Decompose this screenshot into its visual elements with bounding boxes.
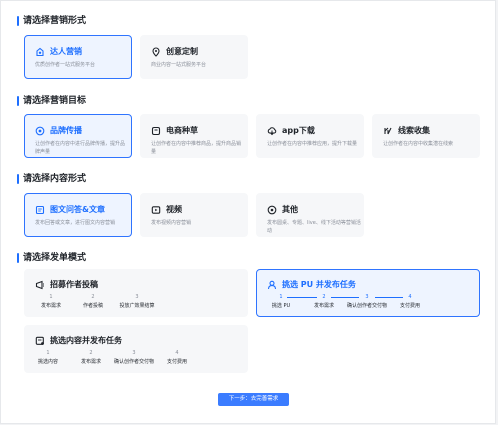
next-step-button[interactable]: 下一步：去完善需求 (218, 393, 289, 406)
step-list: 1 发布需求 2 作者投稿 3 投放广效果结算 (25, 294, 247, 324)
brand-icon (35, 126, 45, 136)
step-item: 3 投放广效果结算 (119, 294, 155, 309)
title-accent-bar (17, 253, 19, 263)
step-item: 4 支付费用 (399, 294, 420, 309)
video-icon (151, 205, 161, 215)
card-video[interactable]: 视频 发布视频内容营销 (140, 193, 248, 237)
title-accent-bar (17, 174, 19, 184)
star-badge-icon (35, 47, 45, 57)
cloud-download-icon (267, 126, 277, 136)
step-list: 1 挑选 PU 2 发布需求 3 确认创作者交付物 4 支付费用 (257, 294, 479, 324)
leads-icon (383, 126, 393, 136)
card-select-content[interactable]: 挑选内容并发布任务 1 挑选内容 2 发布需求 3 确认创作者交付物 4 支付费… (24, 325, 248, 373)
card-lead-collection[interactable]: 线索收集 让创作者在内容中收集潜在线索 (372, 114, 480, 158)
location-pin-icon (151, 47, 161, 57)
step-item: 4 支付费用 (166, 350, 187, 365)
recruit-icon (35, 280, 45, 290)
card-app-download[interactable]: app下载 让创作者在内容中推荐应用，提升下载量 (256, 114, 364, 158)
card-article-qa[interactable]: 图文问答&文章 发布回答或文章，进行图文内容营销 (24, 193, 132, 237)
card-recruit-authors[interactable]: 招募作者投稿 1 发布需求 2 作者投稿 3 投放广效果结算 (24, 269, 248, 317)
card-other[interactable]: 其他 发布圆桌、专题、live、线下活动等营销活动 (256, 193, 364, 237)
shop-icon (151, 126, 161, 136)
card-influencer-marketing[interactable]: 达人营销 优质创作者一站式服务平台 (24, 35, 132, 79)
title-accent-bar (17, 96, 19, 106)
other-icon (267, 205, 277, 215)
page: 请选择营销形式 达人营销 优质创作者一站式服务平台 创意定制 商业内容一站式服务… (0, 0, 496, 424)
step-list: 1 挑选内容 2 发布需求 3 确认创作者交付物 4 支付费用 (25, 350, 247, 380)
user-icon (267, 280, 277, 290)
article-icon (35, 205, 45, 215)
card-creative-custom[interactable]: 创意定制 商业内容一站式服务平台 (140, 35, 248, 79)
card-brand-spread[interactable]: 品牌传播 让创作者在内容中进行品牌传播，提升品牌声量 (24, 114, 132, 158)
content-select-icon (35, 336, 45, 346)
title-accent-bar (17, 16, 19, 26)
card-ecommerce[interactable]: 电商种草 让创作者在内容中推荐商品，提升商品销量 (140, 114, 248, 158)
card-select-pu[interactable]: 挑选 PU 并发布任务 1 挑选 PU 2 发布需求 3 确认创作者交付物 4 … (256, 269, 480, 317)
